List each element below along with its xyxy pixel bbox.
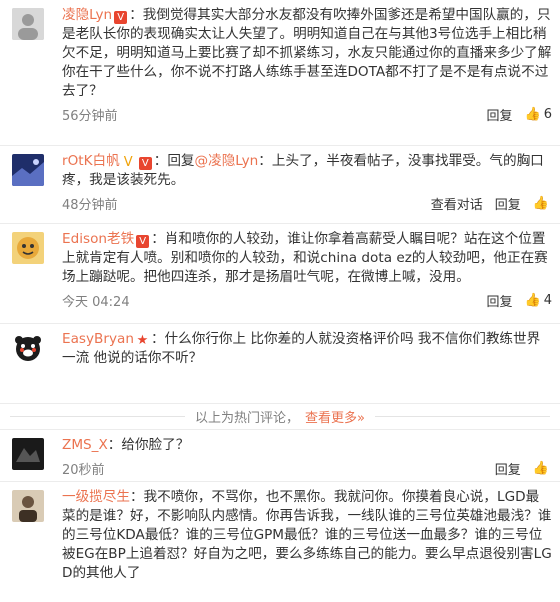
like-button[interactable]: 👍 4: [525, 293, 552, 308]
hot-comments-divider: 以上为热门评论， 查看更多»: [0, 404, 560, 430]
hot-comments-label: 以上为热门评论，: [195, 411, 300, 426]
comment-feed: 凌隐Lyn V ：我倒觉得其实大部分水友都没有吹捧外国爹还是希望中国队赢的，只是老队…: [0, 0, 560, 602]
reply-button[interactable]: 回复: [487, 291, 513, 310]
username-link[interactable]: 一级揽尽生: [62, 489, 130, 505]
reply-button[interactable]: 回复: [487, 105, 513, 124]
thumbs-up-icon: 👍: [524, 106, 541, 122]
like-count: 4: [543, 292, 552, 308]
mention-link[interactable]: @凌隐Lyn: [195, 153, 259, 169]
comment-time: 20秒前: [62, 462, 105, 478]
thumbs-up-icon: 👍: [532, 195, 549, 211]
verified-badge-icon: V: [138, 157, 152, 170]
like-button[interactable]: 👍: [533, 461, 552, 476]
comment-time: 48分钟前: [62, 197, 118, 213]
divider-line: [375, 416, 551, 417]
thumbs-up-icon: 👍: [524, 292, 541, 308]
comment-text: rOtK白帆 V V ：回复@凌隐Lyn：上头了，半夜看帖子，没事找罪受。气的胸口疼，…: [62, 152, 552, 190]
reply-button[interactable]: 回复: [495, 194, 521, 213]
comment-item: rOtK白帆 V V ：回复@凌隐Lyn：上头了，半夜看帖子，没事找罪受。气的胸口疼，…: [0, 146, 560, 224]
view-conversation-button[interactable]: 查看对话: [431, 194, 483, 213]
comment-item: 一级揽尽生：我不喷你，不骂你，也不黑你。我就问你。你摸着良心说，LGD最菜的是谁…: [0, 482, 560, 589]
verified-badge-icon: V: [136, 235, 150, 248]
avatar[interactable]: [12, 232, 44, 264]
vip-gold-badge-icon: V: [123, 155, 133, 170]
like-button[interactable]: 👍 6: [525, 107, 552, 122]
comment-item: 凌隐Lyn V ：我倒觉得其实大部分水友都没有吹捧外国爹还是希望中国队赢的，只是老队…: [0, 0, 560, 146]
username-link[interactable]: Edison老铁: [62, 231, 134, 247]
comment-item: Edison老铁 V ：肖和喷你的人较劲，谁让你拿着高薪受人瞩目呢？站在这个位置上就…: [0, 224, 560, 324]
username-link[interactable]: EasyBryan: [62, 331, 134, 347]
reply-prefix: ：回复: [153, 153, 195, 169]
comment-text: EasyBryan ★ ：什么你行你上 比你差的人就没资格评价吗 我不信你们教练世界…: [62, 330, 552, 368]
avatar[interactable]: [12, 332, 44, 364]
view-more-link[interactable]: 查看更多»: [305, 407, 365, 426]
username-link[interactable]: ZMS_X: [62, 437, 108, 453]
comment-body: ：我不喷你，不骂你，也不黑你。我就问你。你摸着良心说，LGD最菜的是谁？好，不影…: [62, 489, 552, 581]
reply-button[interactable]: 回复: [495, 459, 521, 478]
comment-item: EasyBryan ★ ：什么你行你上 比你差的人就没资格评价吗 我不信你们教练世界…: [0, 324, 560, 404]
username-link[interactable]: rOtK白帆: [62, 153, 120, 169]
comment-time: 今天 04:24: [62, 294, 130, 310]
comment-text: Edison老铁 V ：肖和喷你的人较劲，谁让你拿着高薪受人瞩目呢？站在这个位置上就…: [62, 230, 552, 287]
avatar[interactable]: [12, 490, 44, 522]
comment-body: ：我倒觉得其实大部分水友都没有吹捧外国爹还是希望中国队赢的，只是老队长你的表现确…: [62, 7, 552, 99]
star-badge-icon: ★: [136, 333, 149, 348]
comment-time: 56分钟前: [62, 108, 118, 124]
avatar[interactable]: [12, 154, 44, 186]
divider-line: [10, 416, 186, 417]
comment-text: ZMS_X：给你脸了？: [62, 436, 552, 455]
comment-item: ZMS_X：给你脸了？ 20秒前 回复 👍: [0, 430, 560, 482]
like-count: 6: [543, 106, 552, 122]
comment-text: 凌隐Lyn V ：我倒觉得其实大部分水友都没有吹捧外国爹还是希望中国队赢的，只是老队…: [62, 6, 552, 101]
avatar[interactable]: [12, 8, 44, 40]
verified-badge-icon: V: [114, 11, 128, 24]
comment-text: 一级揽尽生：我不喷你，不骂你，也不黑你。我就问你。你摸着良心说，LGD最菜的是谁…: [62, 488, 552, 583]
comment-body: ：肖和喷你的人较劲，谁让你拿着高薪受人瞩目呢？站在这个位置上就肯定有人喷。别和喷…: [62, 231, 548, 285]
avatar[interactable]: [12, 438, 44, 470]
comment-body: ：给你脸了？: [107, 437, 190, 453]
thumbs-up-icon: 👍: [532, 460, 549, 476]
like-button[interactable]: 👍: [533, 196, 552, 211]
username-link[interactable]: 凌隐Lyn: [62, 7, 112, 23]
